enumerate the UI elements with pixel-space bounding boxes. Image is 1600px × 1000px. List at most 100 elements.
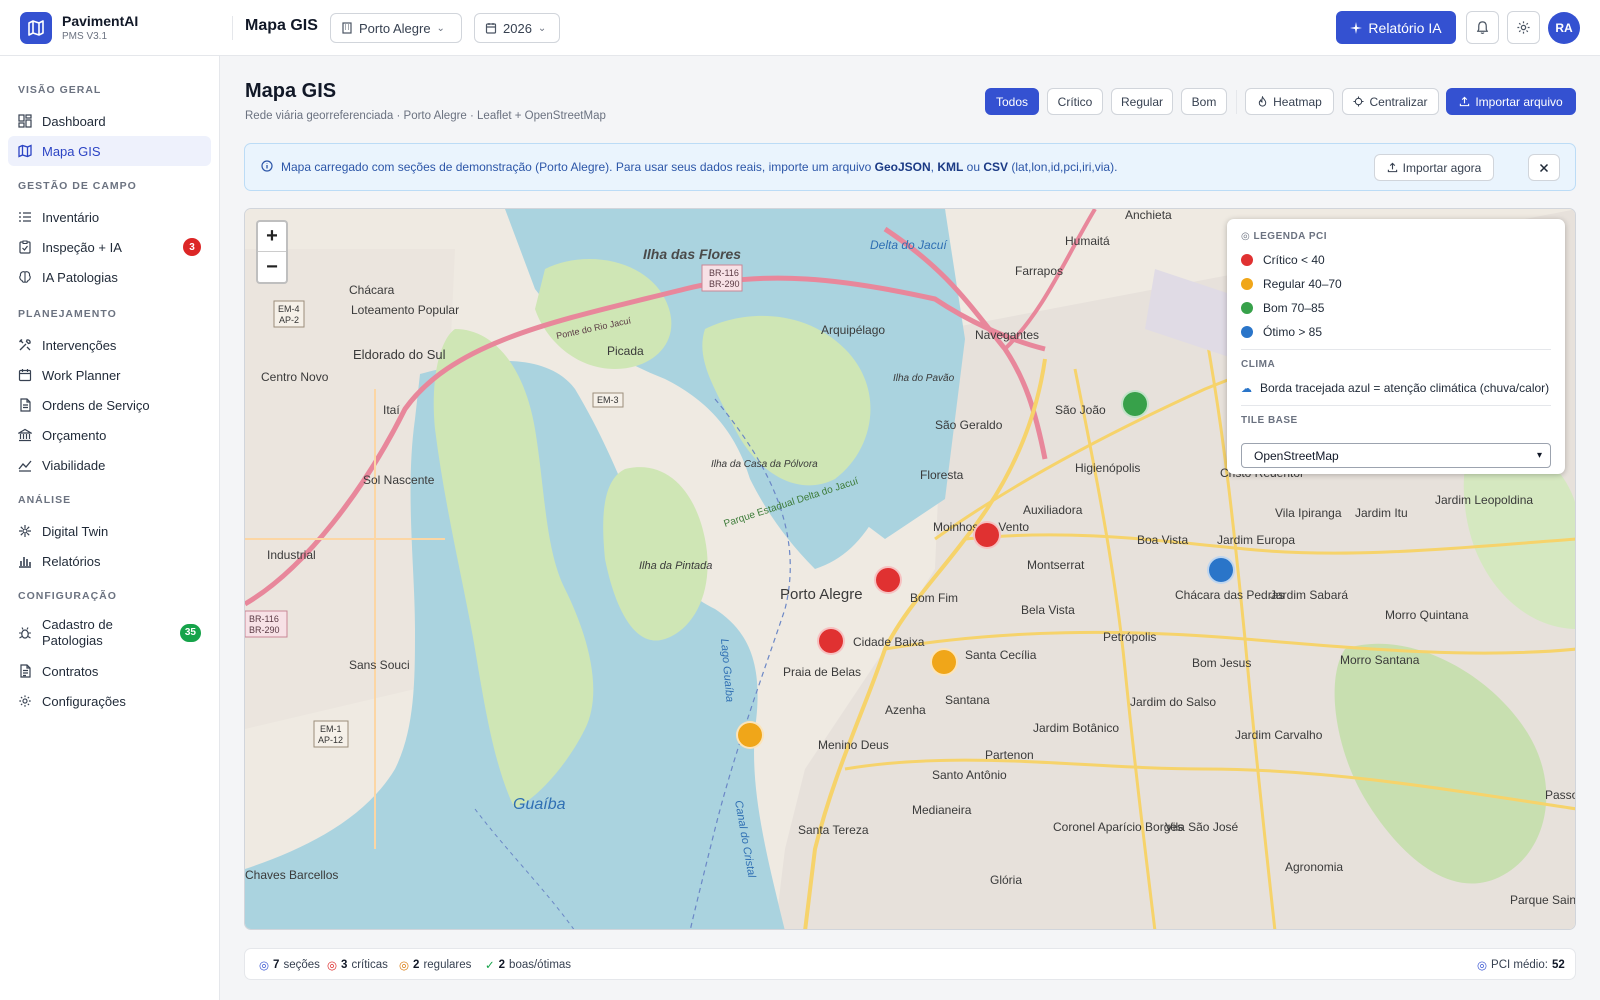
legend-title: ◎ LEGENDA PCI <box>1241 231 1327 242</box>
legend-item-label: Ótimo > 85 <box>1263 325 1323 339</box>
map-label: Vila Ipiranga <box>1275 506 1342 520</box>
map-status-bar: ◎ 7 seções ◎ 3 críticas ◎ 2 regulares ✓ … <box>244 948 1576 980</box>
city-select[interactable]: Porto Alegre ⌄ <box>330 13 462 43</box>
sidebar-item-dashboard[interactable]: Dashboard <box>8 106 211 136</box>
road-shield-label: EM-4 <box>278 304 300 314</box>
chevron-down-icon: ⌄ <box>537 22 547 34</box>
pci-marker[interactable] <box>817 627 845 655</box>
filter-bom-button[interactable]: Bom <box>1181 88 1227 115</box>
clock-icon: ◎ <box>399 960 410 972</box>
map-label: Cidade Baixa <box>853 635 925 649</box>
app-logo[interactable] <box>20 12 52 44</box>
map-label: Jardim Leopoldina <box>1435 493 1533 507</box>
calendar-icon <box>18 368 32 382</box>
sidebar-item-relatorios[interactable]: Relatórios <box>8 546 211 576</box>
filter-regular-button[interactable]: Regular <box>1111 88 1173 115</box>
map-label: Santo Antônio <box>932 768 1007 782</box>
map-label: Delta do Jacuí <box>870 238 948 252</box>
legend-dot <box>1241 278 1253 290</box>
trend-icon <box>18 458 32 472</box>
info-banner: Mapa carregado com seções de demonstraçã… <box>244 143 1576 191</box>
import-now-button[interactable]: Importar agora <box>1374 154 1494 181</box>
road-shield-label: AP-12 <box>318 735 343 745</box>
pci-marker[interactable] <box>1207 556 1235 584</box>
calendar-icon <box>485 23 497 34</box>
map-icon <box>28 20 44 36</box>
stat-sections: ◎ 7 seções <box>259 958 320 972</box>
pci-marker[interactable] <box>1121 390 1149 418</box>
map-label: Morro Santana <box>1340 653 1420 667</box>
page-subtitle: Rede viária georreferenciada · Porto Ale… <box>245 110 606 122</box>
center-map-button[interactable]: Centralizar <box>1342 88 1439 115</box>
map-label: Montserrat <box>1027 558 1085 572</box>
close-icon <box>1539 163 1549 172</box>
map-label: Passo d <box>1545 788 1576 802</box>
map-label: Bela Vista <box>1021 603 1075 617</box>
pci-marker[interactable] <box>930 648 958 676</box>
settings-button[interactable] <box>1507 11 1540 44</box>
legend-item-label: Regular 40–70 <box>1263 277 1342 291</box>
stat-value: 7 <box>273 959 280 971</box>
sidebar-item-ia-patologias[interactable]: IA Patologias <box>8 262 211 292</box>
zoom-in-button[interactable]: + <box>258 222 286 252</box>
heatmap-button[interactable]: Heatmap <box>1245 88 1334 115</box>
import-file-button[interactable]: Importar arquivo <box>1446 88 1576 115</box>
year-select[interactable]: 2026 ⌄ <box>474 13 560 43</box>
map-label: Parque Saint Hilaire <box>1510 893 1576 907</box>
map-label: Arquipélago <box>821 323 885 337</box>
legend-item-otimo: Ótimo > 85 <box>1241 325 1322 339</box>
ai-report-label: Relatório IA <box>1368 19 1442 36</box>
gear-icon <box>18 694 32 708</box>
pci-marker[interactable] <box>973 521 1001 549</box>
map-label: Sans Souci <box>349 658 410 672</box>
sidebar-item-configuracoes[interactable]: Configurações <box>8 686 211 716</box>
divider <box>1241 349 1551 350</box>
map-label: Santana <box>945 693 990 707</box>
sidebar-item-inventario[interactable]: Inventário <box>8 202 211 232</box>
sidebar-item-label: Orçamento <box>42 427 107 443</box>
map-label: São Geraldo <box>935 418 1003 432</box>
stat-label: críticas <box>351 959 388 971</box>
pci-marker[interactable] <box>874 566 902 594</box>
document-icon <box>18 398 32 412</box>
map-label: Sol Nascente <box>363 473 435 487</box>
filter-todos-button[interactable]: Todos <box>985 88 1039 115</box>
user-avatar[interactable]: RA <box>1548 12 1580 44</box>
ai-report-button[interactable]: Relatório IA <box>1336 11 1456 44</box>
filter-critico-button[interactable]: Crítico <box>1047 88 1103 115</box>
sidebar-item-cadastro-patologias[interactable]: Cadastro de Patologias 35 <box>8 613 211 653</box>
sidebar-item-orcamento[interactable]: Orçamento <box>8 420 211 450</box>
stat-value: 2 <box>498 959 506 971</box>
map-label: Itaí <box>383 403 400 417</box>
climate-text: Borda tracejada azul = atenção climática… <box>1260 381 1550 395</box>
close-banner-button[interactable] <box>1528 154 1560 181</box>
divider <box>1241 405 1551 406</box>
map-label: Jardim Botânico <box>1033 721 1119 735</box>
stat-good: ✓ 2 boas/ótimas <box>485 958 571 972</box>
contract-icon <box>18 664 32 678</box>
sparkle-icon <box>1350 21 1363 34</box>
sidebar-item-label: IA Patologias <box>42 269 118 285</box>
sidebar-item-work-planner[interactable]: Work Planner <box>8 360 211 390</box>
gis-map[interactable]: Ilha das Flores Porto Alegre Guaíba Delt… <box>244 208 1576 930</box>
gear-icon <box>1517 21 1530 34</box>
tile-base-select[interactable]: OpenStreetMap ▾ <box>1241 443 1551 468</box>
notifications-button[interactable] <box>1466 11 1499 44</box>
stat-value: 2 <box>413 959 420 971</box>
map-label: Praia de Belas <box>783 665 861 679</box>
map-label: Jardim Itu <box>1355 506 1408 520</box>
sidebar-item-inspecao[interactable]: Inspeção + IA 3 <box>8 232 211 262</box>
map-label: Farrapos <box>1015 264 1063 278</box>
sidebar-item-intervencoes[interactable]: Intervenções <box>8 330 211 360</box>
sidebar-item-mapa-gis[interactable]: Mapa GIS <box>8 136 211 166</box>
sidebar-item-digital-twin[interactable]: Digital Twin <box>8 516 211 546</box>
zoom-out-button[interactable]: − <box>258 252 286 282</box>
sidebar-item-ordens[interactable]: Ordens de Serviço <box>8 390 211 420</box>
sidebar-item-contratos[interactable]: Contratos <box>8 656 211 686</box>
stat-label: PCI médio: <box>1491 959 1548 971</box>
bank-icon <box>18 428 32 442</box>
map-label: Jardim Carvalho <box>1235 728 1323 742</box>
sidebar-item-viabilidade[interactable]: Viabilidade <box>8 450 211 480</box>
pci-marker[interactable] <box>736 721 764 749</box>
map-label: Porto Alegre <box>780 586 863 603</box>
